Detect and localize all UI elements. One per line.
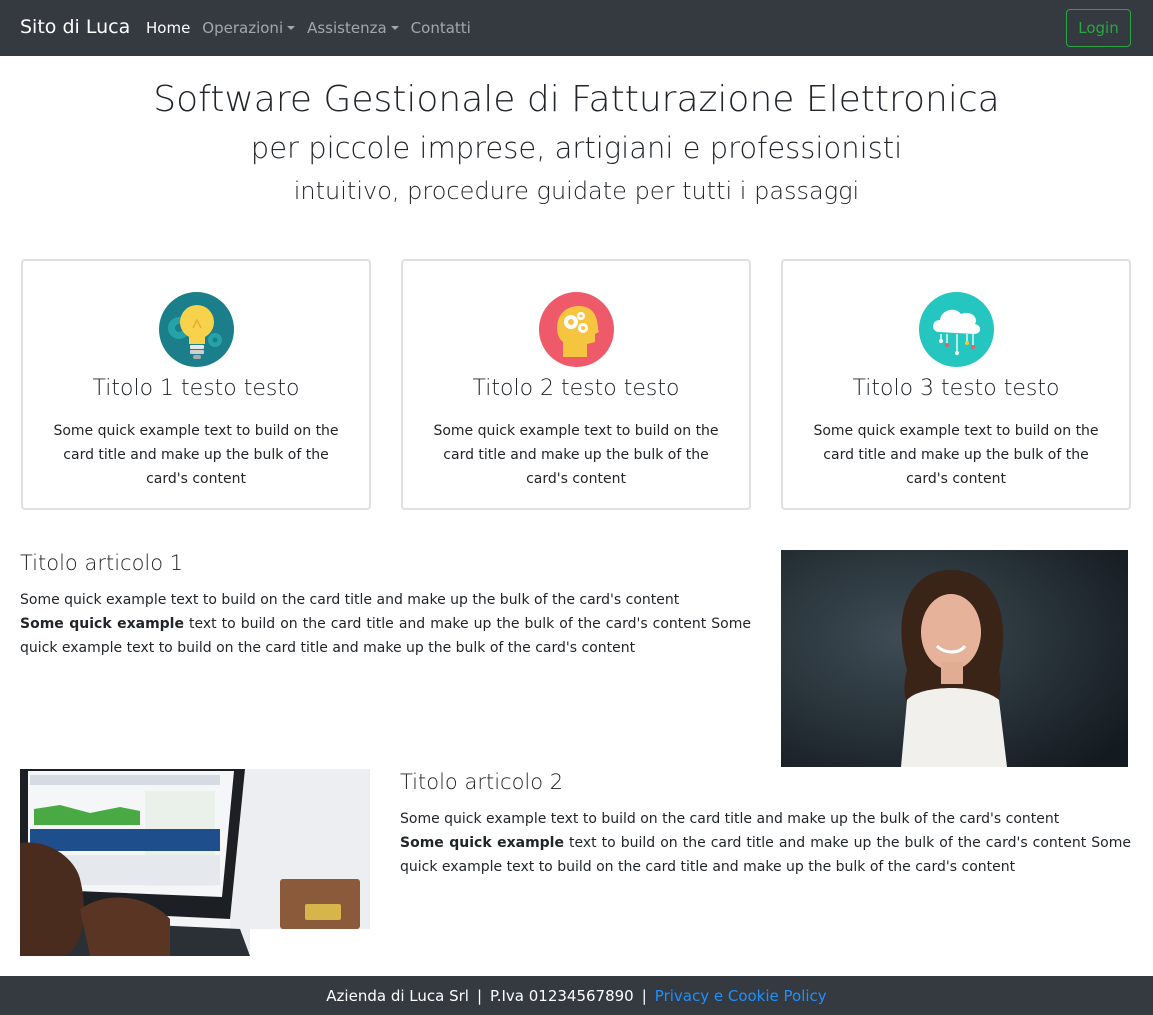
lightbulb-gear-icon bbox=[159, 292, 234, 367]
card-title: Titolo 1 testo testo bbox=[92, 376, 300, 401]
article-line: Some quick example text to build on the … bbox=[20, 592, 680, 608]
laptop-trading-photo bbox=[20, 769, 370, 956]
card-title: Titolo 2 testo testo bbox=[472, 376, 680, 401]
article-line: Some quick example text to build on the … bbox=[400, 811, 1060, 827]
hero-tagline: intuitivo, procedure guidate per tutti i… bbox=[293, 177, 860, 205]
article-body-2: Some quick example text to build on the … bbox=[400, 807, 1131, 879]
navbar: Sito di Luca Home Operazioni Assistenza … bbox=[0, 0, 1153, 56]
article-bold: Some quick example bbox=[20, 616, 184, 632]
nav-item-contatti[interactable]: Contatti bbox=[411, 19, 471, 37]
footer-company: Azienda di Luca Srl bbox=[326, 986, 469, 1005]
page-title: Software Gestionale di Fatturazione Elet… bbox=[153, 79, 1000, 120]
nav-item-operazioni-label: Operazioni bbox=[202, 19, 284, 37]
nav-menu: Home Operazioni Assistenza Contatti bbox=[146, 19, 471, 37]
footer-separator: | bbox=[641, 986, 647, 1005]
article-title-1: Titolo articolo 1 bbox=[20, 551, 184, 575]
card-text: Some quick example text to build on the … bbox=[53, 423, 339, 487]
footer-vat: P.Iva 01234567890 bbox=[490, 986, 634, 1005]
hero: Software Gestionale di Fatturazione Elet… bbox=[0, 74, 1153, 211]
login-button[interactable]: Login bbox=[1066, 9, 1131, 47]
chevron-down-icon bbox=[390, 26, 399, 30]
footer-separator: | bbox=[476, 986, 482, 1005]
article-body-1: Some quick example text to build on the … bbox=[20, 588, 751, 660]
nav-item-home[interactable]: Home bbox=[146, 19, 190, 37]
brand-link[interactable]: Sito di Luca bbox=[20, 16, 130, 38]
article-paragraph: Some quick example text to build on the … bbox=[400, 831, 1131, 879]
article-bold: Some quick example bbox=[400, 835, 564, 851]
card-text: Some quick example text to build on the … bbox=[433, 423, 719, 487]
card-text: Some quick example text to build on the … bbox=[813, 423, 1099, 487]
feature-card-3: Titolo 3 testo testo Some quick example … bbox=[781, 259, 1131, 510]
card-title: Titolo 3 testo testo bbox=[852, 376, 1060, 401]
footer: Azienda di Luca Srl | P.Iva 01234567890 … bbox=[0, 976, 1153, 1015]
cloud-network-icon bbox=[919, 292, 994, 367]
woman-smiling-photo bbox=[781, 550, 1128, 767]
head-gears-icon bbox=[539, 292, 614, 367]
chevron-down-icon bbox=[287, 26, 296, 30]
nav-item-operazioni[interactable]: Operazioni bbox=[202, 19, 296, 37]
nav-item-assistenza[interactable]: Assistenza bbox=[307, 19, 399, 37]
feature-card-1: Titolo 1 testo testo Some quick example … bbox=[21, 259, 371, 510]
nav-item-assistenza-label: Assistenza bbox=[307, 19, 387, 37]
article-title-2: Titolo articolo 2 bbox=[400, 770, 564, 794]
feature-card-2: Titolo 2 testo testo Some quick example … bbox=[401, 259, 751, 510]
privacy-policy-link[interactable]: Privacy e Cookie Policy bbox=[655, 987, 827, 1005]
article-paragraph: Some quick example text to build on the … bbox=[20, 612, 751, 660]
hero-subtitle: per piccole imprese, artigiani e profess… bbox=[250, 131, 903, 165]
